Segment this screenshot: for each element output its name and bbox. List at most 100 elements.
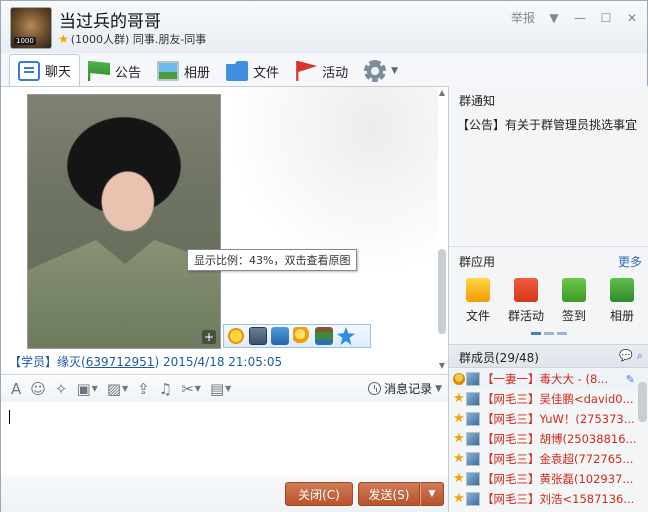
music-icon[interactable]: ♫ — [159, 380, 172, 398]
video-icon[interactable]: ▤ ▼ — [210, 380, 231, 398]
admin-star-icon: ★ — [453, 411, 465, 426]
member-tag: 【网毛三】 — [482, 472, 540, 486]
apps-pager[interactable] — [531, 332, 567, 335]
close-icon[interactable]: ✕ — [625, 12, 639, 24]
send-options-button[interactable]: ▼ — [420, 482, 444, 506]
font-icon[interactable]: A — [11, 380, 21, 398]
members-title: 群成员(29/48) — [459, 351, 539, 365]
scroll-up-icon[interactable]: ▲ — [436, 88, 448, 98]
magic-wand-icon[interactable]: ✧ — [55, 380, 68, 398]
message-history-button[interactable]: 消息记录 ▼ — [368, 380, 442, 397]
sender-name[interactable]: 缘灭 — [57, 355, 81, 369]
sender-role: 【学员】 — [9, 355, 58, 369]
app-label: 签到 — [561, 309, 586, 323]
album-icon — [610, 278, 634, 302]
avatar — [466, 492, 480, 506]
app-files[interactable]: 文件 — [455, 278, 501, 324]
member-tag: 【网毛三】 — [482, 492, 540, 506]
scroll-thumb[interactable] — [438, 249, 446, 334]
settings-menu[interactable]: ▼ — [356, 56, 406, 86]
scroll-down-icon[interactable]: ▼ — [436, 361, 448, 371]
save-image-icon[interactable] — [249, 327, 267, 345]
divider — [449, 246, 648, 247]
avatar — [466, 472, 480, 486]
app-group-activity[interactable]: 群活动 — [503, 278, 549, 324]
activity-flag-icon — [296, 61, 318, 81]
star-favorite-icon[interactable] — [337, 327, 355, 345]
dropdown-icon[interactable]: ▼ — [547, 12, 561, 24]
chevron-down-icon: ▼ — [391, 66, 398, 76]
minimize-icon[interactable]: — — [573, 12, 587, 24]
shake-window-icon[interactable]: ▣ ▼ — [76, 380, 97, 398]
clock-icon — [368, 382, 382, 395]
tab-chat-label: 聊天 — [45, 65, 72, 80]
maximize-icon[interactable]: ☐ — [599, 12, 613, 24]
send-button[interactable]: 发送(S) — [358, 482, 420, 506]
member-row[interactable]: ★ 【网毛三】 刘浩<1587136... — [449, 489, 648, 509]
group-notice-text[interactable]: 【公告】有关于群管理员挑选事宜 — [457, 116, 637, 133]
tab-notice[interactable]: 公告 — [80, 56, 149, 86]
group-apps: 文件 群活动 签到 相册 — [455, 278, 645, 324]
tab-album-label: 相册 — [184, 65, 211, 81]
members-header: 群成员(29/48) 💬 ⌕ — [449, 344, 648, 368]
member-row[interactable]: ★ 【网毛三】 YuW！(275373... — [449, 409, 648, 429]
add-emoji-icon[interactable] — [227, 327, 245, 345]
screen-icon[interactable] — [271, 327, 289, 345]
tab-album[interactable]: 相册 — [149, 56, 218, 86]
message-photo[interactable]: + — [27, 94, 221, 349]
admin-star-icon: ★ — [453, 391, 465, 406]
report-button[interactable]: 举报 — [511, 9, 535, 26]
chat-icon — [18, 60, 40, 81]
member-row[interactable]: ★ 【网毛三】 吴佳鹏<david0... — [449, 389, 648, 409]
tab-activity[interactable]: 活动 — [287, 56, 356, 86]
checkmark-icon — [562, 278, 586, 302]
member-tag: 【网毛三】 — [482, 432, 540, 446]
zoom-plus-icon[interactable]: + — [202, 330, 216, 344]
screenshot-scissors-icon[interactable]: ✂ ▼ — [181, 380, 201, 398]
avatar-badge: 1000 — [14, 37, 36, 45]
picture-edit-icon[interactable] — [315, 327, 333, 345]
owner-icon — [453, 373, 465, 385]
member-row[interactable]: ★ 【网毛三】 金袁超(772765... — [449, 449, 648, 469]
group-meta: (1000人群) 同事.朋友-同事 — [70, 33, 207, 46]
group-avatar[interactable]: 1000 — [10, 7, 52, 49]
more-apps-link[interactable]: 更多 — [618, 253, 642, 270]
tab-files[interactable]: 文件 — [218, 56, 287, 86]
app-album[interactable]: 相册 — [599, 278, 645, 324]
smiley-sticker-icon[interactable] — [293, 327, 311, 345]
message-time: 2015/4/18 21:05:05 — [159, 355, 283, 369]
upload-icon[interactable]: ⇪ — [137, 380, 150, 398]
tab-activity-label: 活动 — [322, 65, 349, 81]
photo-content — [28, 240, 220, 348]
member-list-scrollbar[interactable] — [638, 382, 647, 422]
history-chevron-icon: ▼ — [435, 383, 442, 394]
action-bar: 关闭(C) 发送(S) ▼ — [1, 476, 448, 512]
tab-chat[interactable]: 聊天 — [9, 54, 81, 86]
member-row[interactable]: 【一妻一】 毒大大 - (8... ✎ — [449, 369, 648, 389]
member-row[interactable]: ★ 【网毛三】 黄张磊(102937... — [449, 469, 648, 489]
search-icon[interactable]: ⌕ — [637, 349, 643, 363]
pager-dot[interactable] — [557, 332, 567, 335]
group-name[interactable]: 当过兵的哥哥 — [59, 7, 161, 32]
member-row[interactable]: ★ 【网毛三】 胡博(25038816... — [449, 429, 648, 449]
image-icon[interactable]: ▨ ▼ — [107, 380, 128, 398]
chat-bubble-icon[interactable]: 💬 — [619, 349, 633, 363]
member-name: 黄张磊(102937... — [539, 472, 634, 486]
emoji-icon[interactable]: ☺ — [30, 380, 46, 398]
album-icon — [157, 61, 180, 81]
member-tag: 【一妻一】 — [482, 372, 540, 386]
edit-icon[interactable]: ✎ — [626, 373, 635, 386]
group-notice-title: 群通知 — [459, 94, 496, 108]
admin-star-icon: ★ — [453, 491, 465, 506]
group-side-panel: 群通知 【公告】有关于群管理员挑选事宜 群应用 更多 文件 群活动 签到 相册 — [448, 86, 648, 512]
close-button[interactable]: 关闭(C) — [285, 482, 353, 506]
member-name: 胡博(25038816... — [539, 432, 637, 446]
app-checkin[interactable]: 签到 — [551, 278, 597, 324]
tab-files-label: 文件 — [253, 65, 280, 81]
pager-dot[interactable] — [544, 332, 554, 335]
admin-star-icon: ★ — [453, 471, 465, 486]
chat-scrollbar[interactable]: ▲ ▼ — [436, 86, 448, 373]
pager-dot[interactable] — [531, 332, 541, 335]
message-input[interactable] — [1, 402, 448, 476]
sender-qq-link[interactable]: 639712951 — [86, 355, 155, 369]
